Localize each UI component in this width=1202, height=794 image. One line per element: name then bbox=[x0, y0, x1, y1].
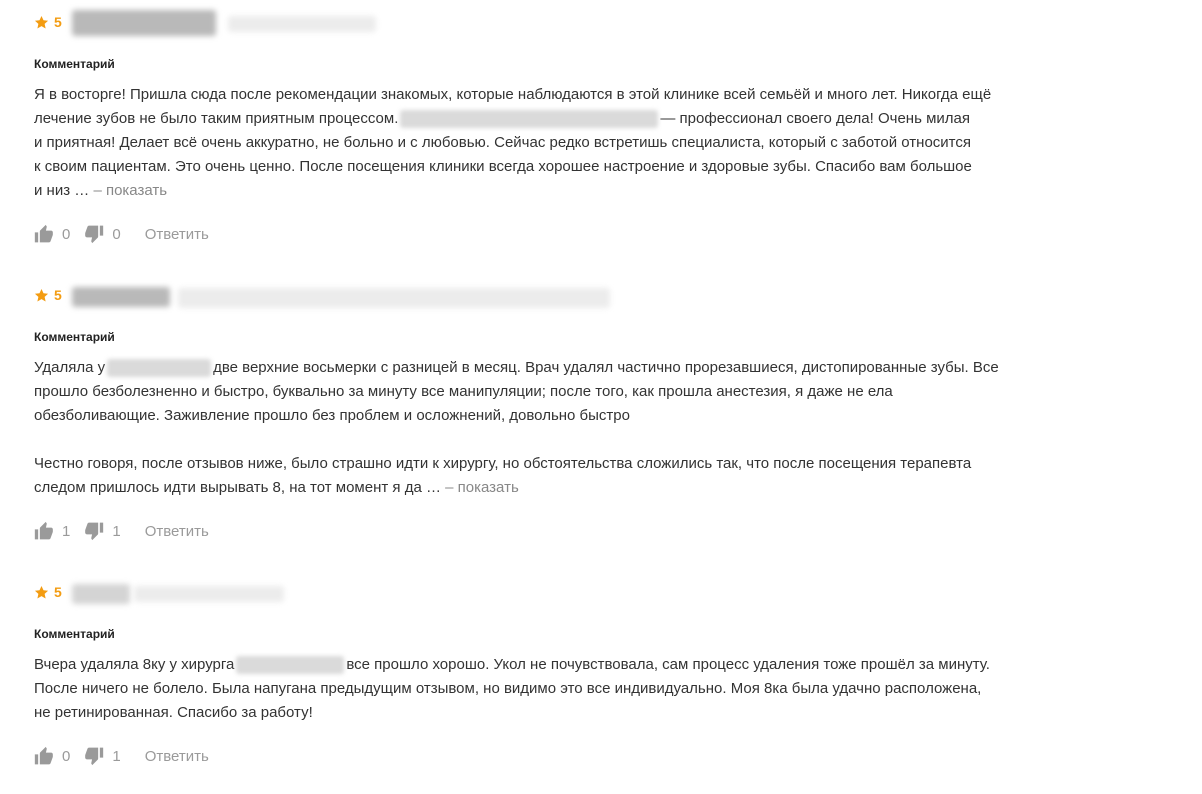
comment-label: Комментарий bbox=[34, 57, 115, 71]
reply-button[interactable]: Ответить bbox=[145, 748, 209, 765]
review-date-redacted bbox=[178, 288, 610, 308]
star-icon bbox=[34, 288, 49, 301]
show-more-link[interactable]: – показать bbox=[93, 182, 167, 199]
author-name-redacted bbox=[72, 584, 130, 604]
review-date-redacted bbox=[228, 16, 376, 32]
review-text-part: все прошло хорошо. Укол не почувствовала… bbox=[346, 656, 990, 673]
dislike-count: 0 bbox=[112, 225, 121, 243]
like-count: 1 bbox=[62, 522, 71, 540]
review-text-line: обезболивающие. Заживление прошло без пр… bbox=[34, 407, 630, 424]
review-text-line: Я в восторге! Пришла сюда после рекоменд… bbox=[34, 86, 992, 103]
doctor-name-redacted bbox=[236, 656, 345, 675]
review-text-line: Вчера удаляла 8ку у хирурга все прошло хо… bbox=[34, 653, 1124, 677]
thumbs-down-icon[interactable] bbox=[84, 746, 104, 766]
star-icon bbox=[34, 585, 49, 598]
rating-value: 5 bbox=[54, 14, 62, 30]
star-icon bbox=[34, 15, 49, 28]
like-count: 0 bbox=[62, 225, 71, 243]
review-text-line: и приятная! Делает всё очень аккуратно, … bbox=[34, 134, 972, 151]
review-actions: 0 1 Ответить bbox=[34, 744, 209, 768]
review-text-part: следом пришлось идти вырывать 8, на тот … bbox=[34, 479, 441, 496]
review-text-line: лечение зубов не было таким приятным про… bbox=[34, 107, 1124, 131]
review-text: Вчера удаляла 8ку у хирурга все прошло хо… bbox=[34, 653, 1124, 725]
review-actions: 1 1 Ответить bbox=[34, 519, 209, 543]
reply-button[interactable]: Ответить bbox=[145, 523, 209, 540]
author-name-redacted bbox=[72, 10, 216, 36]
review-text-line: прошло безболезненно и быстро, буквально… bbox=[34, 383, 893, 400]
review-text-line: не ретинированная. Спасибо за работу! bbox=[34, 704, 313, 721]
comment-label: Комментарий bbox=[34, 330, 115, 344]
thumbs-down-icon[interactable] bbox=[84, 224, 104, 244]
review-text-line bbox=[34, 428, 1124, 452]
rating: 5 bbox=[34, 280, 62, 310]
review-text-part: лечение зубов не было таким приятным про… bbox=[34, 110, 399, 127]
review-text-line: Честно говоря, после отзывов ниже, было … bbox=[34, 455, 972, 472]
thumbs-down-icon[interactable] bbox=[84, 521, 104, 541]
review-text-part: — профессионал своего дела! Очень милая bbox=[660, 110, 970, 127]
review-text-line: Удаляла у две верхние восьмерки с разнице… bbox=[34, 356, 1124, 380]
rating-value: 5 bbox=[54, 287, 62, 303]
author-name-redacted bbox=[72, 287, 170, 307]
thumbs-up-icon[interactable] bbox=[34, 746, 54, 766]
comment-label: Комментарий bbox=[34, 627, 115, 641]
review-date-redacted bbox=[134, 586, 284, 602]
review-text-part: Удаляла у bbox=[34, 359, 106, 376]
rating: 5 bbox=[34, 7, 62, 37]
review-text-line: следом пришлось идти вырывать 8, на тот … bbox=[34, 476, 1124, 500]
thumbs-up-icon[interactable] bbox=[34, 521, 54, 541]
dislike-count: 1 bbox=[112, 522, 121, 540]
doctor-name-redacted bbox=[107, 359, 212, 378]
review-text-line: к своим пациентам. Это очень ценно. Посл… bbox=[34, 158, 972, 175]
review-text-line: и низ … – показать bbox=[34, 179, 1124, 203]
dislike-count: 1 bbox=[112, 747, 121, 765]
doctor-name-redacted bbox=[400, 110, 659, 129]
thumbs-up-icon[interactable] bbox=[34, 224, 54, 244]
show-more-link[interactable]: – показать bbox=[445, 479, 519, 496]
review-text: Я в восторге! Пришла сюда после рекоменд… bbox=[34, 83, 1124, 203]
rating-value: 5 bbox=[54, 584, 62, 600]
reply-button[interactable]: Ответить bbox=[145, 226, 209, 243]
review-actions: 0 0 Ответить bbox=[34, 222, 209, 246]
review-text: Удаляла у две верхние восьмерки с разнице… bbox=[34, 356, 1124, 500]
rating: 5 bbox=[34, 577, 62, 607]
review-text-part: Вчера удаляла 8ку у хирурга bbox=[34, 656, 235, 673]
review-text-part: две верхние восьмерки с разницей в месяц… bbox=[213, 359, 999, 376]
review-text-part: и низ … bbox=[34, 182, 90, 199]
review-text-line: После ничего не болело. Была напугана пр… bbox=[34, 680, 982, 697]
like-count: 0 bbox=[62, 747, 71, 765]
